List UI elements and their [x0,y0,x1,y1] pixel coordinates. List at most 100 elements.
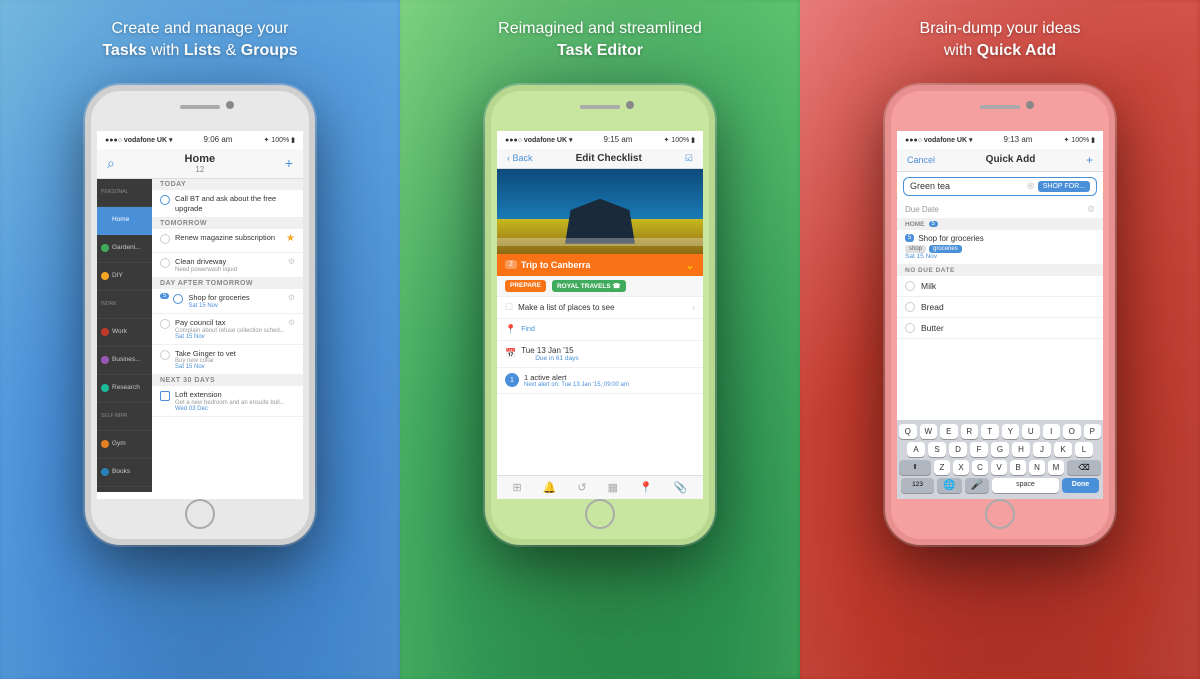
panel-2-tagline: Reimagined and streamlined Task Editor [498,18,702,63]
quick-add-input[interactable]: Green tea ⊗ SHOP FOR... [903,177,1097,196]
key-o[interactable]: O [1063,424,1081,439]
key-s[interactable]: S [928,442,946,457]
due-date-label: Due Date [905,205,939,214]
key-l[interactable]: L [1075,442,1093,457]
key-k[interactable]: K [1054,442,1072,457]
panel-3-phone-wrapper: ●●●○ vodafone UK ▾ 9:13 am ✦ 100% ▮ Canc… [885,75,1115,679]
key-q[interactable]: Q [899,424,917,439]
sidebar-item-sports-header: SPORTS [97,487,152,492]
checklist-toolbar-icon-6[interactable]: 📎 [674,481,688,494]
task-date: Wed 03 Dec [175,406,285,412]
task-clean-driveway[interactable]: Clean driveway Need powerwash liquid ⚙ [152,253,303,278]
key-g[interactable]: G [991,442,1009,457]
task-loft-extension[interactable]: Loft extension Get a new bedroom and an … [152,386,303,417]
key-j[interactable]: J [1033,442,1051,457]
checklist-toolbar-icon-1[interactable]: ⊞ [513,481,522,494]
phone-1-home[interactable] [185,499,215,529]
search-icon[interactable]: ⌕ [107,155,115,172]
key-t[interactable]: T [981,424,999,439]
task-circle [160,258,170,268]
make-list-text: Make a list of places to see [518,303,692,312]
keyboard-row-3: ⬆ Z X C V B N M ⌫ [899,460,1101,475]
key-globe[interactable]: 🌐 [937,478,961,493]
key-z[interactable]: Z [934,460,950,475]
key-u[interactable]: U [1022,424,1040,439]
task-milk[interactable]: Milk [897,276,1103,297]
checklist-title-bar: 2 Trip to Canberra ⌄ [497,254,703,276]
checklist-toolbar-icon-3[interactable]: ↺ [577,481,586,494]
checklist-meta: PREPARE ROYAL TRAVELS ☎ [497,276,703,297]
task-shop-groceries[interactable]: 5 Shop for groceries Sat 15 Nov ⚙ [152,289,303,314]
make-list-row[interactable]: ☐ Make a list of places to see › [497,297,703,319]
key-backspace[interactable]: ⌫ [1067,460,1101,475]
task-ginger-vet[interactable]: Take Ginger to vet Buy new collar Sat 15… [152,345,303,376]
task-circle [905,281,915,291]
key-r[interactable]: R [961,424,979,439]
checklist-toolbar-icon-4[interactable]: ▦ [608,481,618,494]
task-butter[interactable]: Butter [897,318,1103,339]
task-date: Sat 15 Nov [175,334,285,340]
key-mic[interactable]: 🎤 [965,478,989,493]
sidebar-item-home[interactable]: Home [97,207,152,235]
clear-icon[interactable]: ⊗ [1026,181,1034,192]
task-circle [905,302,915,312]
key-done[interactable]: Done [1062,478,1099,493]
settings-icon[interactable]: ⚙ [1087,204,1095,215]
key-h[interactable]: H [1012,442,1030,457]
cancel-button[interactable]: Cancel [907,155,935,165]
phone-3-home[interactable] [985,499,1015,529]
task-title: Clean driveway [175,257,237,267]
key-space[interactable]: space [992,478,1059,493]
key-shift[interactable]: ⬆ [899,460,931,475]
sidebar-item-gardening[interactable]: Gardeni... [97,235,152,263]
checklist-toolbar-icon-5[interactable]: 📍 [639,481,653,494]
shop-tags: shop groceries [905,245,984,253]
key-a[interactable]: A [907,442,925,457]
pin-row[interactable]: 📍 Find [497,319,703,341]
phone-1-navbar: ⌕ Home 12 + [97,149,303,179]
shop-for-button[interactable]: SHOP FOR... [1038,181,1090,192]
key-v[interactable]: V [991,460,1007,475]
back-button[interactable]: ‹ Back [507,153,533,163]
nav-subtitle-1: 12 [185,165,216,174]
key-p[interactable]: P [1084,424,1102,439]
key-y[interactable]: Y [1002,424,1020,439]
sidebar-item-books[interactable]: Books [97,459,152,487]
key-b[interactable]: B [1010,460,1026,475]
task-circle [173,294,183,304]
sidebar-item-business[interactable]: Busines... [97,347,152,375]
checklist-title: Trip to Canberra [521,260,591,270]
phone-2-speaker [580,105,620,109]
sidebar-item-research[interactable]: Research [97,375,152,403]
key-n[interactable]: N [1029,460,1045,475]
key-f[interactable]: F [970,442,988,457]
expand-icon[interactable]: ⌄ [685,258,695,272]
task-title: Milk [921,281,936,291]
section-today: TODAY [152,179,303,190]
battery-3: ✦ 100% ▮ [1063,136,1095,144]
phone-1-speaker [180,105,220,109]
key-numbers[interactable]: 123 [901,478,934,493]
add-button[interactable]: + [1086,153,1093,167]
sidebar-item-personal-header: PERSONAL [97,179,152,207]
shop-task[interactable]: 5 Shop for groceries shop groceries Sat … [897,230,1103,265]
key-x[interactable]: X [953,460,969,475]
key-w[interactable]: W [920,424,938,439]
input-text: Green tea [910,181,1023,191]
key-m[interactable]: M [1048,460,1064,475]
add-icon[interactable]: + [285,155,293,171]
task-bread[interactable]: Bread [897,297,1103,318]
checklist-icon[interactable]: ☑ [685,153,693,164]
key-e[interactable]: E [940,424,958,439]
key-d[interactable]: D [949,442,967,457]
task-call-bt[interactable]: Call BT and ask about the free upgrade [152,190,303,219]
checklist-toolbar-icon-2[interactable]: 🔔 [543,481,557,494]
task-renew-mag[interactable]: Renew magazine subscription ★ [152,229,303,253]
sidebar-item-work[interactable]: Work [97,319,152,347]
phone-2-home[interactable] [585,499,615,529]
task-pay-council[interactable]: Pay council tax Complain about refuse co… [152,314,303,345]
sidebar-item-diy[interactable]: DIY [97,263,152,291]
key-c[interactable]: C [972,460,988,475]
sidebar-item-gym[interactable]: Gym [97,431,152,459]
key-i[interactable]: I [1043,424,1061,439]
